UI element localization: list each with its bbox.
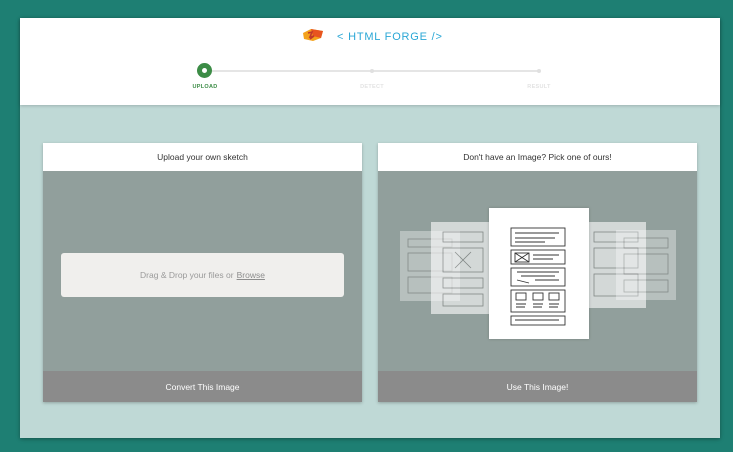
sample-thumb-far-right[interactable] [616,230,676,300]
step-detect-indicator[interactable] [370,69,374,73]
upload-card: Upload your own sketch Drag & Drop your … [43,143,362,402]
sample-thumb-left[interactable] [431,222,491,314]
step-detect-label: DETECT [360,84,384,90]
file-dropzone[interactable]: Drag & Drop your files or Browse [61,253,344,297]
progress-stepper: UPLOAD DETECT RESULT [20,18,720,105]
stepper-track [212,70,538,72]
convert-image-button[interactable]: Convert This Image [43,371,362,402]
upload-card-title: Upload your own sketch [43,143,362,171]
step-result-label: RESULT [527,84,551,90]
header: < HTML FORGE /> UPLOAD DETECT RESULT [20,18,720,105]
step-upload-indicator[interactable] [197,63,212,78]
app-window: < HTML FORGE /> UPLOAD DETECT RESULT Upl… [20,18,720,438]
step-upload-label: UPLOAD [192,84,218,90]
use-image-button[interactable]: Use This Image! [378,371,697,402]
sample-card-title: Don't have an Image? Pick one of ours! [378,143,697,171]
sample-card: Don't have an Image? Pick one of ours! U… [378,143,697,402]
sample-thumb-selected[interactable] [489,208,589,339]
sample-carousel[interactable] [378,171,697,371]
dropzone-text: Drag & Drop your files or [140,270,234,280]
browse-link[interactable]: Browse [237,270,265,280]
step-result-indicator[interactable] [537,69,541,73]
